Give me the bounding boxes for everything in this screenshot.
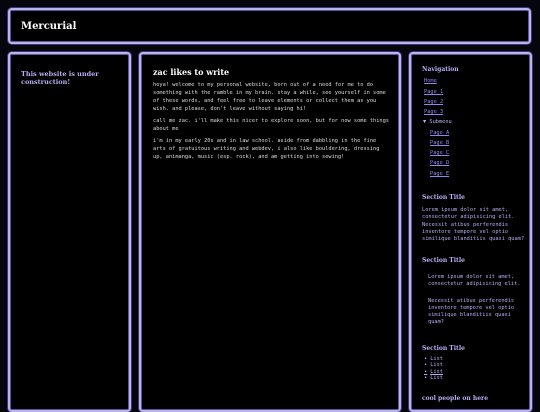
section-text: Necessit atibus perferendis inventore te… (422, 222, 525, 242)
nav-link-page-3[interactable]: Page 3 (424, 109, 443, 115)
submenu-link-page-d[interactable]: Page D (430, 160, 449, 166)
right-sidebar: Navigation Home Page 1 Page 2 Page 3 ▼ S… (409, 52, 532, 412)
submenu-link-page-c[interactable]: Page C (430, 150, 449, 156)
submenu-link-page-a[interactable]: Page A (430, 130, 449, 136)
construction-notice: This website is under construction! (21, 70, 99, 86)
section-text: Lorem ipsum dolor sit amet, consectetur … (422, 207, 515, 220)
page-title: zac likes to write (153, 67, 230, 77)
section-title: Section Title (422, 345, 465, 352)
nav-title: Navigation (422, 66, 459, 73)
submenu-toggle[interactable]: ▼ Submenu (423, 119, 452, 125)
nav-link-page-2[interactable]: Page 2 (424, 99, 443, 105)
intro-paragraph: heya! welcome to my personal website, bo… (153, 82, 386, 112)
submenu-link-page-b[interactable]: Page B (430, 140, 449, 146)
cool-people-title: cool people on here (422, 395, 489, 402)
about-paragraph: i'm in my early 20s and in law school. a… (153, 138, 380, 160)
submenu-link-page-e[interactable]: Page E (430, 171, 449, 177)
main-content: zac likes to write heya! welcome to my p… (139, 52, 401, 412)
header-panel: Mercurial (8, 8, 531, 44)
section-text: Lorem ipsum dolor sit amet, consectetur … (428, 274, 521, 287)
section-title: Section Title (422, 194, 465, 201)
site-title: Mercurial (21, 21, 77, 32)
name-paragraph: call me zac. i'll make this nicer to exp… (153, 118, 389, 132)
nav-link-page-1[interactable]: Page 1 (424, 89, 443, 95)
main-body: heya! welcome to my personal website, bo… (153, 81, 389, 165)
list-item: List (424, 362, 443, 368)
section-text: Necessit atibus perferendis inventore te… (428, 298, 515, 325)
section-title: Section Title (422, 257, 465, 264)
left-sidebar: This website is under construction! (8, 52, 131, 412)
nav-link-home[interactable]: Home (424, 78, 437, 84)
list-item: List (424, 375, 443, 381)
